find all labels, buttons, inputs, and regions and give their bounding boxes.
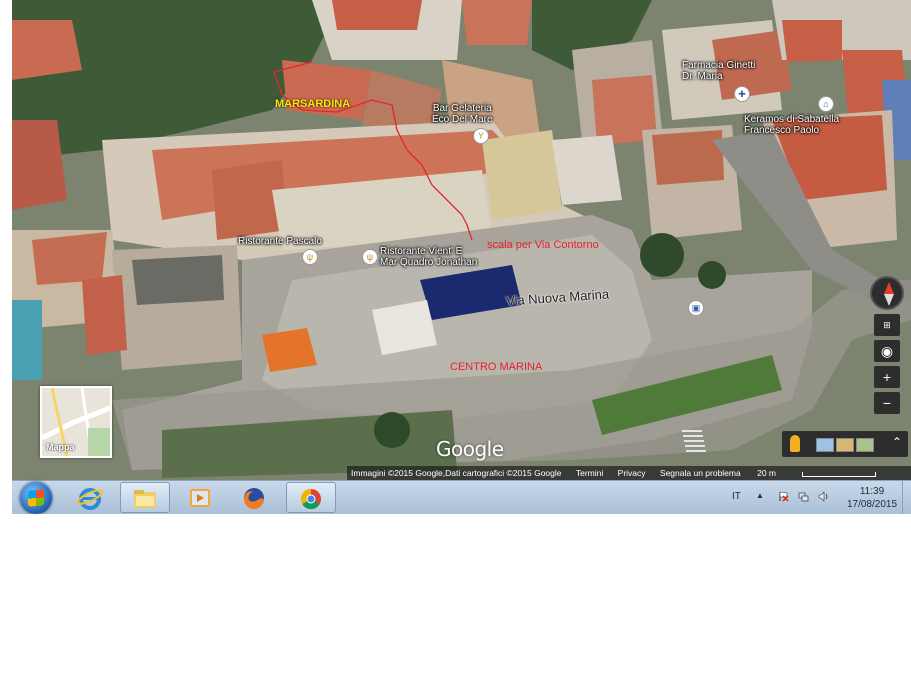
network-icon[interactable] — [798, 491, 809, 502]
imagery-attribution: Immagini ©2015 Google,Dati cartografici … — [351, 468, 562, 478]
minimap-label: Mappa — [46, 442, 75, 452]
tilt-button[interactable]: ⊞ — [874, 314, 900, 336]
volume-icon[interactable] — [818, 491, 829, 502]
bus-stop-pin-icon[interactable]: ▣ — [688, 300, 704, 316]
media-player-icon — [190, 489, 210, 507]
photo-thumbnail-icon[interactable] — [816, 438, 834, 452]
annotation-centro-marina: CENTRO MARINA — [450, 361, 543, 373]
restaurant-pin-icon[interactable]: ψ — [362, 249, 378, 265]
place-keramos-label[interactable]: Keramos di Sabatella Francesco Paolo — [744, 114, 839, 136]
scale-label[interactable]: 20 m — [757, 468, 776, 478]
map-controls: ⊞ ◉ + − — [870, 276, 904, 414]
internet-explorer-icon — [77, 488, 103, 510]
my-location-button[interactable]: ◉ — [874, 340, 900, 362]
taskbar-firefox[interactable] — [230, 482, 280, 513]
photo-thumbnail-icon[interactable] — [856, 438, 874, 452]
chrome-icon — [300, 488, 321, 510]
bar-pin-icon[interactable]: Y — [473, 128, 489, 144]
street-view-bar[interactable]: ⌃ — [782, 431, 908, 457]
file-explorer-icon — [134, 490, 156, 508]
system-clock[interactable]: 11:39 17/08/2015 — [840, 485, 904, 511]
restaurant-pin-icon[interactable]: ψ — [302, 249, 318, 265]
screenshot: Farmacia Ginetti Dr. Maria ✚ Keramos di S… — [12, 0, 911, 514]
photo-thumbnail-icon[interactable] — [836, 438, 854, 452]
aerial-imagery — [12, 0, 911, 480]
terms-link[interactable]: Termini — [576, 468, 603, 478]
zoom-in-button[interactable]: + — [874, 366, 900, 388]
place-farmacia-label[interactable]: Farmacia Ginetti Dr. Maria — [682, 60, 755, 82]
place-ristorante-vientemar-label[interactable]: Ristorante Vient' E Mar Quadro Jonathan — [380, 246, 477, 268]
google-logo: Google — [436, 437, 504, 461]
place-ristorante-pascalo-label[interactable]: Ristorante Pascalo — [238, 236, 322, 247]
start-button[interactable] — [20, 482, 52, 514]
compass-icon[interactable] — [870, 276, 904, 310]
show-desktop-button[interactable] — [902, 481, 911, 514]
show-hidden-icons-icon[interactable]: ▲ — [756, 491, 764, 500]
annotation-scala: scala per Via Contorno — [487, 239, 599, 251]
taskbar-file-explorer[interactable] — [120, 482, 170, 513]
taskbar-chrome[interactable] — [286, 482, 336, 513]
pharmacy-pin-icon[interactable]: ✚ — [734, 86, 750, 102]
annotation-marsardina: MARSARDINA — [275, 98, 351, 110]
pegman-icon[interactable] — [790, 435, 800, 452]
satellite-map[interactable]: Farmacia Ginetti Dr. Maria ✚ Keramos di S… — [12, 0, 911, 480]
action-center-flag-icon[interactable] — [778, 491, 789, 502]
clock-date: 17/08/2015 — [846, 499, 898, 510]
windows-taskbar: IT ▲ 11:39 17/08/2015 — [12, 480, 911, 514]
report-problem-link[interactable]: Segnala un problema — [660, 468, 741, 478]
clock-time: 11:39 — [859, 486, 885, 497]
scale-bar — [802, 472, 876, 477]
language-indicator[interactable]: IT — [732, 491, 741, 502]
taskbar-media-player[interactable] — [176, 482, 226, 513]
taskbar-internet-explorer[interactable] — [66, 482, 116, 513]
privacy-link[interactable]: Privacy — [618, 468, 646, 478]
firefox-icon — [243, 488, 264, 510]
shop-pin-icon[interactable]: ⌂ — [818, 96, 834, 112]
map-type-toggle[interactable]: Mappa — [40, 386, 112, 458]
zoom-out-button[interactable]: − — [874, 392, 900, 414]
expand-icon[interactable]: ⌃ — [892, 435, 902, 449]
place-bar-label[interactable]: Bar Gelateria Eco Del Mare — [432, 103, 493, 125]
